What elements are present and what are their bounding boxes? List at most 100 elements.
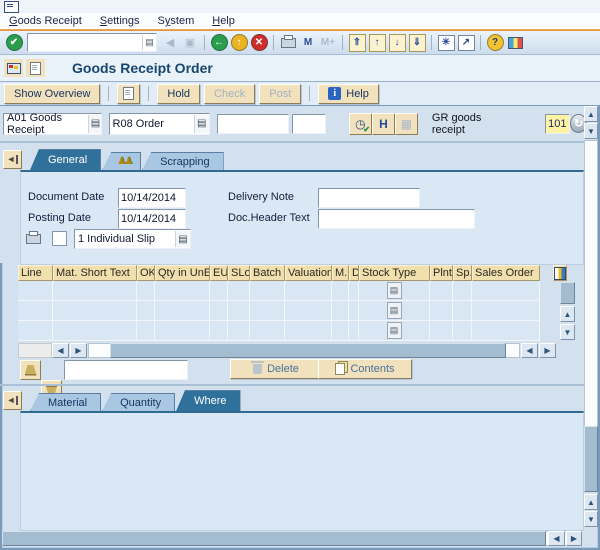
table-hscroll-thumb[interactable] — [110, 343, 506, 358]
stock-type-dropdown-icon[interactable]: ▤ — [387, 282, 402, 299]
menu-item-settings[interactable]: Settings — [100, 15, 140, 27]
command-history-icon[interactable]: ▤ — [142, 35, 156, 50]
column-header-sp-[interactable]: Sp.. — [453, 265, 472, 281]
table-cell[interactable] — [250, 281, 285, 301]
enter-button[interactable]: ✔ — [4, 33, 24, 52]
table-cell[interactable] — [453, 281, 472, 301]
hold-list-button[interactable]: H — [372, 113, 395, 135]
main-scroll-up-button[interactable]: ▲ — [584, 106, 598, 122]
table-cell[interactable] — [18, 281, 53, 301]
table-cell[interactable] — [349, 301, 359, 321]
menu-item-goods-receipt[interactable]: Goods Receipt — [9, 15, 82, 27]
column-header-line[interactable]: Line — [18, 265, 53, 281]
slip-select[interactable]: 1 Individual Slip ▤ — [74, 229, 191, 249]
menu-item-system[interactable]: System — [158, 15, 195, 27]
column-header-eun[interactable]: EUn — [210, 265, 228, 281]
main-scroll-down-button2[interactable]: ▼ — [584, 511, 598, 527]
main-vscroll-thumb[interactable] — [584, 426, 598, 492]
document-year-input[interactable] — [292, 114, 326, 134]
main-scroll-up-button2[interactable]: ▲ — [584, 494, 598, 510]
table-cell[interactable] — [285, 281, 332, 301]
table-scroll-left-button[interactable]: ◀ — [52, 343, 69, 358]
table-vscroll-thumb[interactable] — [560, 282, 575, 304]
column-header-sales-order[interactable]: Sales Order — [472, 265, 540, 281]
column-header-stock-type[interactable]: Stock Type — [359, 265, 430, 281]
movement-type-field[interactable]: 101 — [545, 114, 570, 134]
page-up-button[interactable]: ↑ — [367, 33, 387, 52]
column-header-plnt[interactable]: Plnt — [430, 265, 453, 281]
column-header-m-[interactable]: M.. — [332, 265, 349, 281]
table-cell[interactable] — [250, 301, 285, 321]
stock-type-dropdown-icon[interactable]: ▤ — [387, 322, 402, 339]
table-cell[interactable] — [453, 301, 472, 321]
table-cell[interactable] — [332, 281, 349, 301]
find-button[interactable]: M — [298, 33, 318, 52]
action-select[interactable]: A01 Goods Receipt ▤ — [3, 113, 102, 135]
back-button[interactable]: ← — [209, 33, 229, 52]
table-cell[interactable] — [137, 301, 155, 321]
table-cell[interactable] — [430, 321, 453, 341]
first-page-button[interactable]: ⇑ — [347, 33, 367, 52]
execute-button[interactable]: ◷ ✔ — [349, 113, 372, 135]
menu-item-help[interactable]: Help — [212, 15, 235, 27]
table-settings-button[interactable] — [553, 265, 567, 281]
table-cell[interactable] — [472, 281, 540, 301]
table-scroll-right-button2[interactable]: ▶ — [539, 343, 556, 358]
create-shortcut-button[interactable]: ↗ — [456, 33, 476, 52]
column-header-valuation-t-[interactable]: Valuation T.. — [285, 265, 332, 281]
table-cell[interactable] — [53, 321, 137, 341]
table-cell[interactable] — [155, 301, 210, 321]
help-button[interactable]: ? — [485, 33, 505, 52]
print-checkbox[interactable] — [52, 231, 67, 246]
table-cell[interactable] — [285, 321, 332, 341]
tab-where[interactable]: Where — [176, 390, 240, 411]
close-header-button[interactable]: ◄ — [3, 150, 22, 169]
table-cell[interactable] — [137, 321, 155, 341]
table-cell[interactable] — [137, 281, 155, 301]
column-header-mat-short-text[interactable]: Mat. Short Text — [53, 265, 137, 281]
tab-partner[interactable]: ♟♟ — [102, 152, 141, 170]
table-cell[interactable] — [250, 321, 285, 341]
table-cell[interactable] — [155, 281, 210, 301]
app-help-button[interactable]: i Help — [318, 84, 379, 104]
close-detail-button[interactable]: ◄ — [3, 391, 22, 410]
table-cell[interactable] — [210, 281, 228, 301]
table-cell[interactable] — [332, 321, 349, 341]
table-cell[interactable] — [228, 281, 250, 301]
table-cell[interactable] — [472, 321, 540, 341]
main-scroll-down-button[interactable]: ▼ — [584, 123, 598, 139]
posting-date-input[interactable] — [118, 209, 186, 229]
exit-button[interactable]: ↑ — [229, 33, 249, 52]
main-scroll-left-button[interactable]: ◀ — [548, 531, 565, 546]
table-cell[interactable] — [349, 321, 359, 341]
item-search-input[interactable] — [64, 360, 188, 380]
table-cell[interactable] — [210, 301, 228, 321]
dropdown-icon[interactable]: ▤ — [88, 115, 101, 133]
table-scroll-down-button[interactable]: ▼ — [560, 324, 575, 340]
column-header-ok[interactable]: OK — [137, 265, 155, 281]
table-cell[interactable] — [53, 281, 137, 301]
tab-general[interactable]: General — [30, 149, 101, 170]
table-scroll-right-button[interactable]: ▶ — [70, 343, 87, 358]
hold-button[interactable]: Hold — [157, 84, 200, 104]
dropdown-icon[interactable]: ▤ — [194, 115, 209, 133]
table-cell[interactable] — [430, 301, 453, 321]
table-cell[interactable] — [453, 321, 472, 341]
delivery-note-input[interactable] — [318, 188, 420, 208]
table-cell[interactable] — [18, 321, 53, 341]
document-date-input[interactable] — [118, 188, 186, 208]
new-document-button[interactable] — [117, 84, 140, 104]
main-scroll-right-button[interactable]: ▶ — [566, 531, 582, 546]
column-header-batch[interactable]: Batch — [250, 265, 285, 281]
tab-quantity[interactable]: Quantity — [102, 393, 175, 411]
main-hscroll-thumb[interactable] — [2, 531, 546, 546]
cancel-button[interactable]: ✕ — [249, 33, 269, 52]
table-cell[interactable] — [18, 301, 53, 321]
column-header-sloc[interactable]: SLoc — [228, 265, 250, 281]
overview-toggle-button[interactable] — [4, 59, 23, 77]
previous-item-button[interactable] — [20, 360, 41, 380]
last-page-button[interactable]: ⇓ — [407, 33, 427, 52]
doc-header-text-input[interactable] — [318, 209, 475, 229]
table-cell[interactable] — [332, 301, 349, 321]
table-cell[interactable]: ▤ — [359, 281, 430, 301]
